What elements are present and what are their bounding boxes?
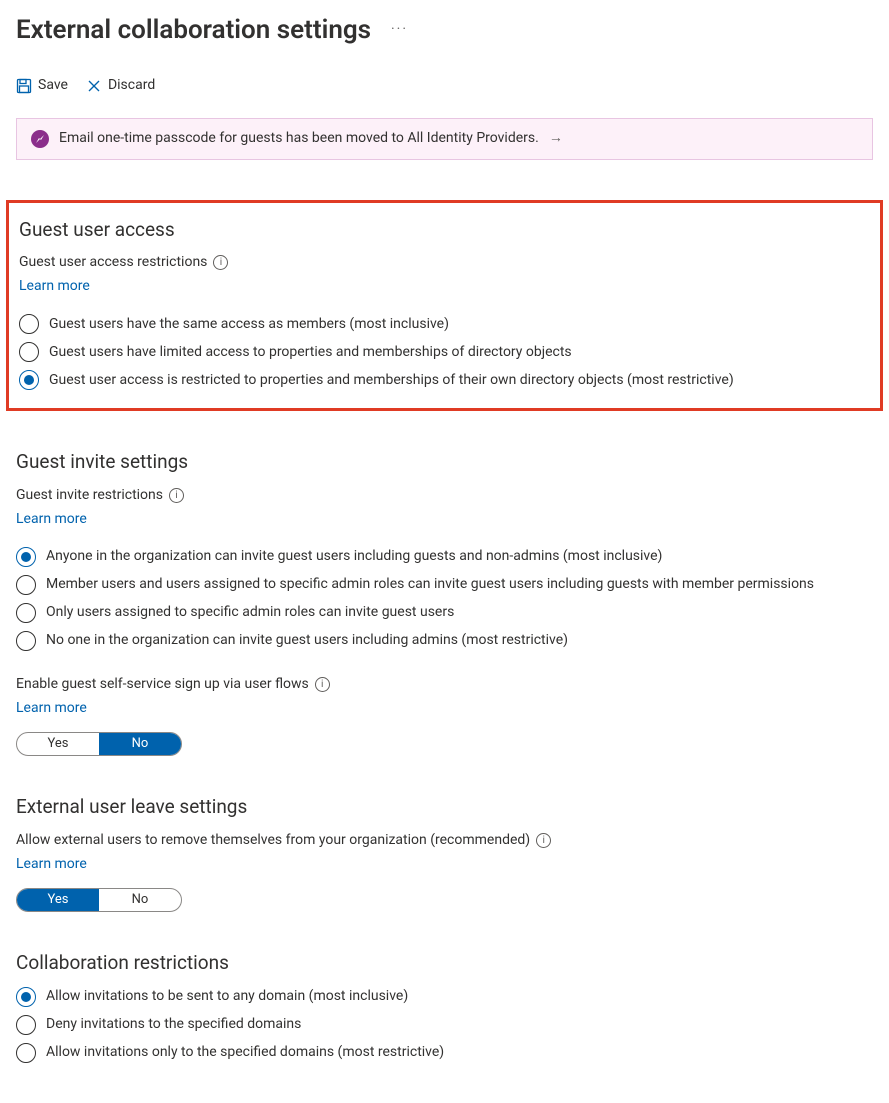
radio-label: Guest users have limited access to prope… [49,343,572,363]
save-label: Save [38,76,68,96]
page-title: External collaboration settings [16,12,371,48]
info-icon[interactable]: i [213,255,228,270]
radio-label: Deny invitations to the specified domain… [46,1015,301,1035]
learn-more-link[interactable]: Learn more [16,699,87,719]
radio-icon [16,987,36,1007]
close-icon [86,78,102,94]
section-heading: Guest user access [19,217,870,244]
save-button[interactable]: Save [16,74,68,98]
info-icon[interactable]: i [315,677,330,692]
info-icon[interactable]: i [169,488,184,503]
radio-icon [16,603,36,623]
section-external-leave: External user leave settings Allow exter… [16,794,873,912]
radio-label: Member users and users assigned to speci… [46,575,814,595]
section-heading: External user leave settings [16,794,873,821]
section-heading: Guest invite settings [16,449,873,476]
toggle-option-yes[interactable]: Yes [17,733,99,755]
field-label: Enable guest self-service sign up via us… [16,675,309,695]
discard-label: Discard [108,76,155,96]
arrow-right-icon: → [549,129,563,149]
discard-button[interactable]: Discard [86,74,155,98]
radio-icon [16,1015,36,1035]
banner-text: Email one-time passcode for guests has b… [59,129,539,149]
toggle-option-no[interactable]: No [99,889,181,911]
radio-option[interactable]: Allow invitations only to the specified … [16,1043,873,1063]
toggle-option-no[interactable]: No [99,733,181,755]
section-collab-restrictions: Collaboration restrictions Allow invitat… [16,950,873,1063]
radio-option[interactable]: Deny invitations to the specified domain… [16,1015,873,1035]
collab-radio-group: Allow invitations to be sent to any doma… [16,987,873,1063]
radio-label: Allow invitations to be sent to any doma… [46,987,408,1007]
info-icon[interactable]: i [536,833,551,848]
info-banner[interactable]: Email one-time passcode for guests has b… [16,118,873,160]
radio-label: Only users assigned to specific admin ro… [46,603,454,623]
radio-label: Guest users have the same access as memb… [49,315,449,335]
self-service-toggle[interactable]: YesNo [16,732,182,756]
radio-option[interactable]: Member users and users assigned to speci… [16,575,873,595]
more-actions-button[interactable]: ··· [391,20,408,40]
radio-label: Guest user access is restricted to prope… [49,371,734,391]
radio-icon [16,575,36,595]
radio-icon [19,314,39,334]
radio-option[interactable]: Guest user access is restricted to prope… [19,370,870,390]
radio-option[interactable]: No one in the organization can invite gu… [16,631,873,651]
radio-icon [16,1043,36,1063]
radio-icon [16,631,36,651]
learn-more-link[interactable]: Learn more [19,277,90,297]
leave-toggle[interactable]: YesNo [16,888,182,912]
radio-icon [16,547,36,567]
radio-icon [19,370,39,390]
radio-label: No one in the organization can invite gu… [46,631,568,651]
radio-option[interactable]: Anyone in the organization can invite gu… [16,547,873,567]
section-heading: Collaboration restrictions [16,950,873,977]
command-bar: Save Discard [16,74,873,98]
guest-access-radio-group: Guest users have the same access as memb… [19,314,870,390]
toggle-option-yes[interactable]: Yes [17,889,99,911]
field-label: Allow external users to remove themselve… [16,831,530,851]
radio-icon [19,342,39,362]
learn-more-link[interactable]: Learn more [16,855,87,875]
radio-option[interactable]: Only users assigned to specific admin ro… [16,603,873,623]
navigate-icon [31,130,49,148]
field-label: Guest invite restrictions [16,486,163,506]
section-guest-invite: Guest invite settings Guest invite restr… [16,449,873,756]
radio-label: Allow invitations only to the specified … [46,1043,444,1063]
learn-more-link[interactable]: Learn more [16,510,87,530]
radio-option[interactable]: Allow invitations to be sent to any doma… [16,987,873,1007]
section-guest-user-access: Guest user access Guest user access rest… [6,200,883,412]
radio-option[interactable]: Guest users have limited access to prope… [19,342,870,362]
radio-label: Anyone in the organization can invite gu… [46,547,662,567]
guest-invite-radio-group: Anyone in the organization can invite gu… [16,547,873,651]
save-icon [16,78,32,94]
radio-option[interactable]: Guest users have the same access as memb… [19,314,870,334]
field-label: Guest user access restrictions [19,253,207,273]
